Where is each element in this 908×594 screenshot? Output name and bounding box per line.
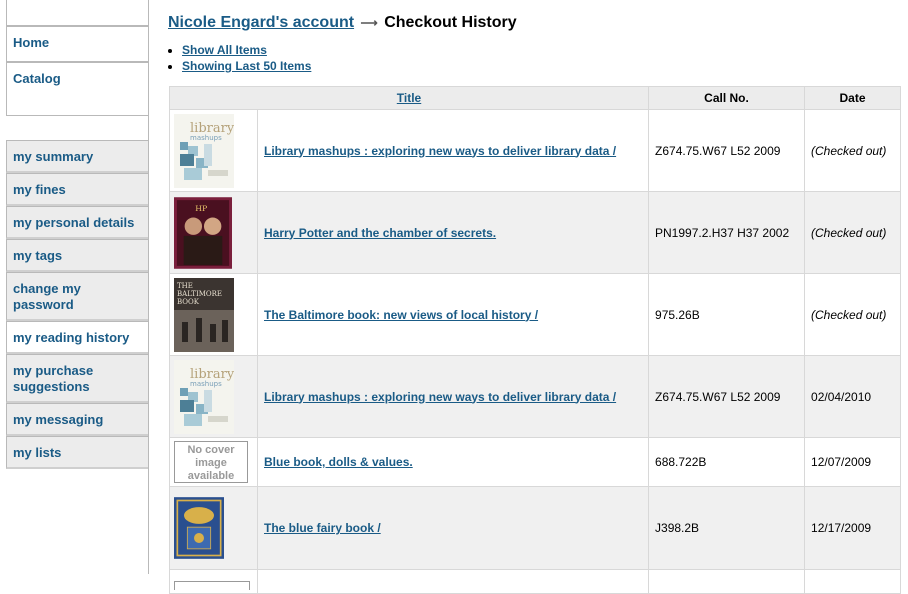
- callno-cell: 975.26B: [648, 273, 806, 356]
- svg-text:mashups: mashups: [190, 134, 222, 142]
- title-cell: [256, 569, 650, 594]
- checkout-history-table: Title Call No. Date library mashups Libr…: [168, 86, 902, 594]
- table-row: HP Harry Potter and the chamber of secre…: [169, 191, 902, 274]
- nav-home[interactable]: Home: [6, 26, 148, 62]
- nav-my-purchase-suggestions[interactable]: my purchase suggestions: [6, 354, 148, 403]
- main-nav: Home Catalog: [6, 0, 148, 116]
- title-link[interactable]: Harry Potter and the chamber of secrets.: [264, 226, 496, 240]
- account-link[interactable]: Nicole Engard's account: [168, 14, 354, 31]
- nav-catalog-label[interactable]: Catalog: [13, 71, 61, 86]
- list-item: Show All Items: [182, 42, 900, 58]
- callno-cell: [648, 569, 806, 594]
- nav-my-fines[interactable]: my fines: [6, 173, 148, 206]
- harry-potter-cover[interactable]: HP: [174, 196, 232, 270]
- table-row: No cover image available Blue book, doll…: [169, 437, 902, 487]
- baltimore-book-cover[interactable]: THE BALTIMORE BOOK: [174, 277, 234, 352]
- nav-change-password[interactable]: change my password: [6, 272, 148, 321]
- svg-text:BOOK: BOOK: [177, 298, 200, 306]
- title-link[interactable]: Library mashups : exploring new ways to …: [264, 144, 616, 158]
- library-mashups-cover[interactable]: library mashups: [174, 359, 234, 434]
- title-cell: Library mashups : exploring new ways to …: [256, 355, 650, 438]
- blue-fairy-book-cover[interactable]: [174, 490, 224, 566]
- date-cell: [804, 569, 902, 594]
- callno-cell: J398.2B: [648, 486, 806, 570]
- nav-divider: [148, 0, 149, 574]
- cover-cell: [169, 486, 258, 570]
- title-link[interactable]: Blue book, dolls & values.: [264, 455, 413, 469]
- title-cell: The Baltimore book: new views of local h…: [256, 273, 650, 356]
- title-link[interactable]: Library mashups : exploring new ways to …: [264, 390, 616, 404]
- title-cell: Harry Potter and the chamber of secrets.: [256, 191, 650, 274]
- date-cell: (Checked out): [804, 191, 902, 274]
- breadcrumb-separator: ⟶: [360, 16, 378, 30]
- title-header[interactable]: Title: [168, 86, 650, 110]
- title-cell: Blue book, dolls & values.: [256, 437, 650, 487]
- page-title: Checkout History: [384, 14, 517, 31]
- cover-cell: No cover image available: [169, 437, 258, 487]
- cover-partial: [174, 581, 250, 590]
- date-cell: 12/17/2009: [804, 486, 902, 570]
- table-row: [169, 569, 902, 594]
- date-cell: (Checked out): [804, 273, 902, 356]
- title-sort-link[interactable]: Title: [397, 91, 421, 105]
- date-header: Date: [804, 86, 902, 110]
- nav-catalog[interactable]: Catalog: [6, 62, 148, 116]
- nav-my-messaging[interactable]: my messaging: [6, 403, 148, 436]
- library-mashups-cover[interactable]: library mashups: [174, 113, 234, 188]
- svg-text:THE: THE: [177, 282, 193, 290]
- title-link[interactable]: The blue fairy book /: [264, 521, 381, 535]
- cover-cell: library mashups: [169, 355, 258, 438]
- show-all-link[interactable]: Show All Items: [182, 43, 267, 57]
- nav-spacer: [6, 0, 148, 26]
- list-item: Showing Last 50 Items: [182, 58, 900, 74]
- table-row: The blue fairy book / J398.2B 12/17/2009: [169, 486, 902, 570]
- title-cell: The blue fairy book /: [256, 486, 650, 570]
- no-cover-placeholder: No cover image available: [174, 441, 248, 483]
- nav-home-label[interactable]: Home: [13, 35, 49, 50]
- callno-cell: Z674.75.W67 L52 2009: [648, 109, 806, 192]
- table-row: library mashups Library mashups : explor…: [169, 109, 902, 192]
- callno-cell: PN1997.2.H37 H37 2002: [648, 191, 806, 274]
- svg-text:BALTIMORE: BALTIMORE: [177, 290, 222, 298]
- view-links: Show All Items Showing Last 50 Items: [168, 42, 900, 74]
- callno-cell: Z674.75.W67 L52 2009: [648, 355, 806, 438]
- title-link[interactable]: The Baltimore book: new views of local h…: [264, 308, 538, 322]
- callno-cell: 688.722B: [648, 437, 806, 487]
- nav-my-lists[interactable]: my lists: [6, 436, 148, 469]
- user-nav: my summary my fines my personal details …: [6, 140, 148, 469]
- cover-cell: THE BALTIMORE BOOK: [169, 273, 258, 356]
- cover-cell: HP: [169, 191, 258, 274]
- nav-my-summary[interactable]: my summary: [6, 140, 148, 173]
- date-cell: 02/04/2010: [804, 355, 902, 438]
- svg-text:mashups: mashups: [190, 380, 222, 388]
- date-cell: (Checked out): [804, 109, 902, 192]
- nav-my-personal-details[interactable]: my personal details: [6, 206, 148, 239]
- main-content: Nicole Engard's account ⟶ Checkout Histo…: [168, 14, 900, 74]
- table-header-row: Title Call No. Date: [168, 86, 902, 110]
- cover-cell: [169, 569, 258, 594]
- callno-header: Call No.: [648, 86, 806, 110]
- cover-cell: library mashups: [169, 109, 258, 192]
- table-row: THE BALTIMORE BOOK The Baltimore book: n…: [169, 273, 902, 356]
- show-last-link[interactable]: Showing Last 50 Items: [182, 59, 311, 73]
- breadcrumb: Nicole Engard's account ⟶ Checkout Histo…: [168, 14, 900, 32]
- svg-text:HP: HP: [195, 203, 207, 212]
- title-cell: Library mashups : exploring new ways to …: [256, 109, 650, 192]
- table-row: library mashups Library mashups : explor…: [169, 355, 902, 438]
- date-cell: 12/07/2009: [804, 437, 902, 487]
- nav-my-tags[interactable]: my tags: [6, 239, 148, 272]
- nav-my-reading-history[interactable]: my reading history: [6, 321, 148, 354]
